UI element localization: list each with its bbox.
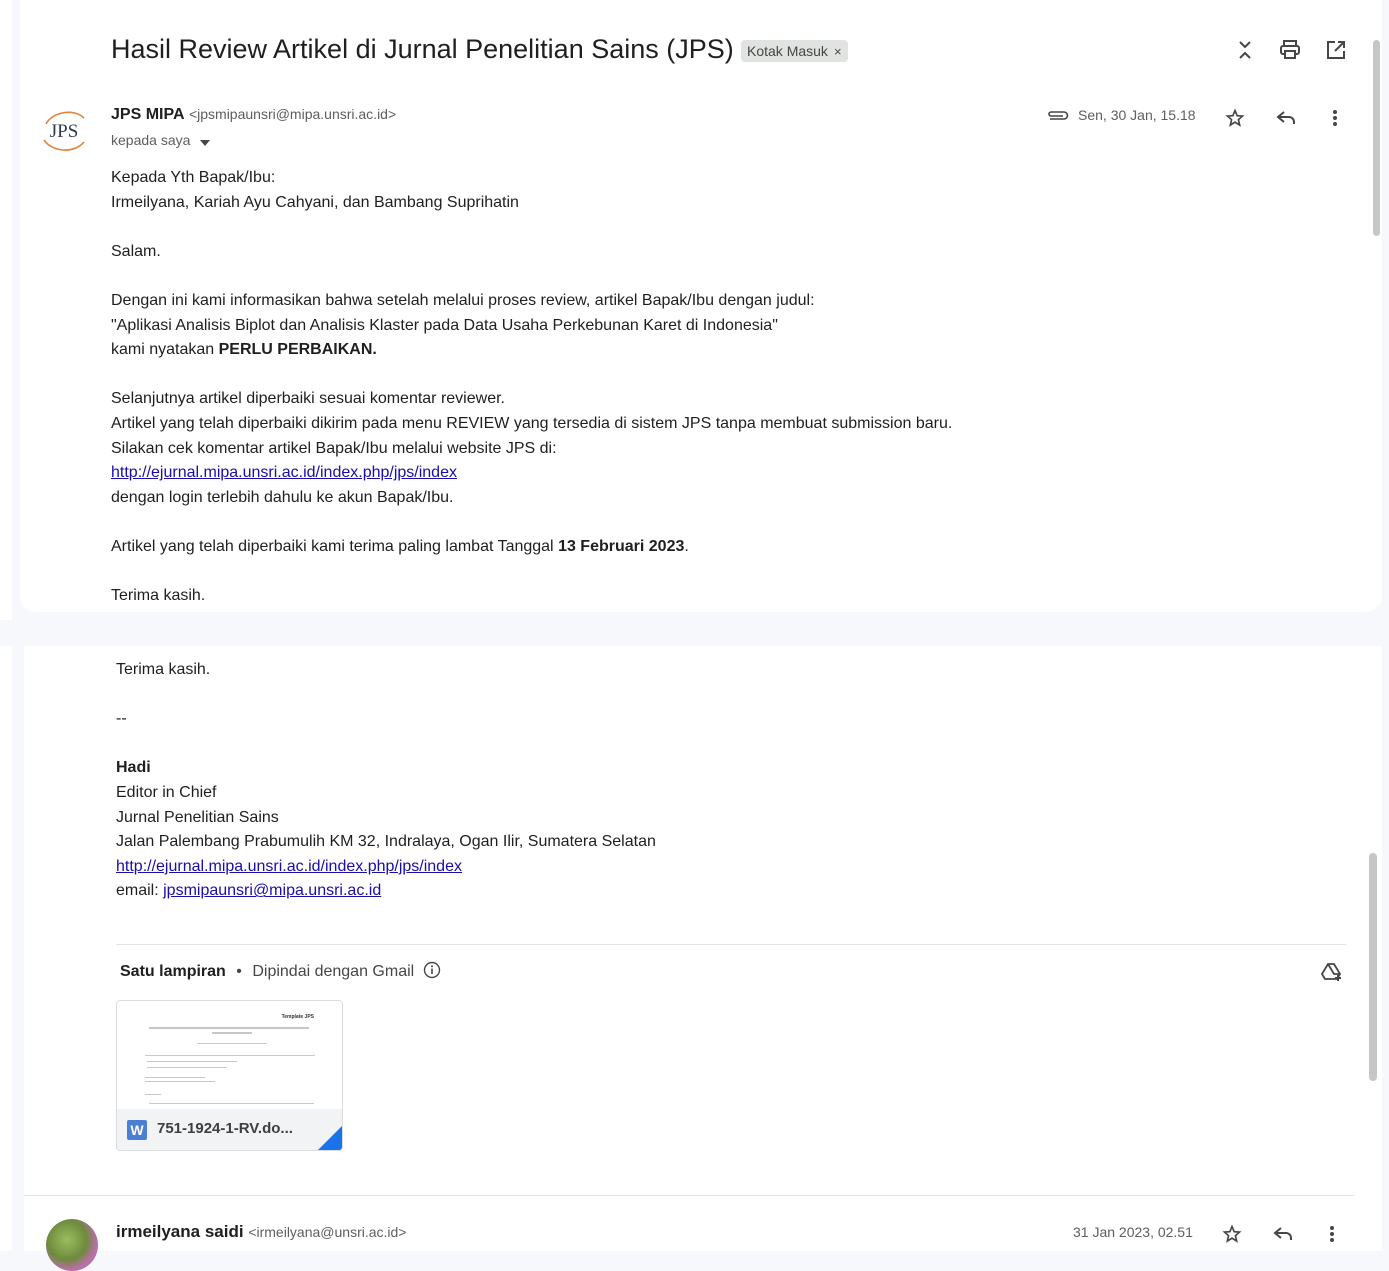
signature-email-label: email: bbox=[116, 882, 164, 900]
p2-line2: Artikel yang telah diperbaiki dikirim pa… bbox=[111, 414, 953, 432]
signature-website-link[interactable]: http://ejurnal.mipa.unsri.ac.id/index.ph… bbox=[116, 858, 462, 875]
article-title: "Aplikasi Analisis Biplot dan Analisis K… bbox=[111, 316, 778, 334]
message-date: Sen, 30 Jan, 15.18 bbox=[1078, 107, 1196, 123]
more-vert-icon[interactable] bbox=[1323, 106, 1347, 130]
reply-sender-email: <irmeilyana@unsri.ac.id> bbox=[248, 1224, 407, 1240]
sender-line: JPS MIPA <jpsmipaunsri@mipa.unsri.ac.id> bbox=[111, 106, 396, 124]
attachment-preview: Template JPS bbox=[117, 1001, 342, 1109]
sender-email: <jpsmipaunsri@mipa.unsri.ac.id> bbox=[188, 106, 397, 122]
thread-divider bbox=[24, 1195, 1354, 1196]
deadline-prefix: Artikel yang telah diperbaiki kami terim… bbox=[111, 537, 559, 555]
open-in-new-window-icon[interactable] bbox=[1324, 38, 1348, 62]
message-body-top: Kepada Yth Bapak/Ibu: Irmeilyana, Kariah… bbox=[111, 166, 1111, 609]
print-icon[interactable] bbox=[1278, 38, 1302, 62]
add-to-drive-icon[interactable] bbox=[1320, 960, 1344, 984]
deadline-date: 13 Februari 2023 bbox=[558, 537, 685, 555]
signature-email-line: email: jpsmipaunsri@mipa.unsri.ac.id bbox=[116, 879, 1016, 904]
jps-website-link[interactable]: http://ejurnal.mipa.unsri.ac.id/index.ph… bbox=[111, 464, 457, 481]
chevron-down-icon[interactable] bbox=[200, 133, 211, 149]
reply-more-vert-icon[interactable] bbox=[1320, 1222, 1344, 1246]
signature-address: Jalan Palembang Prabumulih KM 32, Indral… bbox=[116, 833, 656, 851]
signature-org: Jurnal Penelitian Sains bbox=[116, 808, 279, 826]
reply-reply-icon[interactable] bbox=[1271, 1222, 1295, 1246]
scrollbar-thumb-bottom[interactable] bbox=[1369, 853, 1377, 1081]
signature-role: Editor in Chief bbox=[116, 783, 217, 801]
corner-fold bbox=[294, 1126, 342, 1150]
greeting: Kepada Yth Bapak/Ibu: bbox=[111, 169, 276, 186]
deadline-line: Artikel yang telah diperbaiki kami terim… bbox=[111, 535, 1111, 560]
deadline-suffix: . bbox=[684, 537, 689, 555]
message-body-bottom: Terima kasih. -- Hadi Editor in Chief Ju… bbox=[116, 658, 1016, 904]
recipient-text: kepada saya bbox=[111, 132, 191, 148]
scan-label: Dipindai dengan Gmail bbox=[252, 963, 415, 980]
thumb-header: Template JPS bbox=[281, 1014, 314, 1020]
star-icon[interactable] bbox=[1223, 106, 1247, 130]
label-remove-icon[interactable]: × bbox=[834, 44, 842, 59]
salam: Salam. bbox=[111, 242, 161, 260]
reply-sender-name[interactable]: irmeilyana saidi bbox=[116, 1222, 244, 1241]
signature-separator: -- bbox=[116, 710, 127, 728]
email-subject: Hasil Review Artikel di Jurnal Penelitia… bbox=[111, 34, 734, 64]
signature-email-link[interactable]: jpsmipaunsri@mipa.unsri.ac.id bbox=[163, 882, 381, 899]
label-chip-text: Kotak Masuk bbox=[747, 43, 828, 59]
thanks-bottom: Terima kasih. bbox=[116, 661, 211, 678]
collapse-all-icon[interactable] bbox=[1233, 38, 1257, 62]
attachments-divider bbox=[116, 944, 1346, 945]
sender-name[interactable]: JPS MIPA bbox=[111, 106, 185, 123]
reply-date: 31 Jan 2023, 02.51 bbox=[1073, 1224, 1193, 1240]
info-icon[interactable] bbox=[423, 961, 441, 984]
p2-line1: Selanjutnya artikel diperbaiki sesuai ko… bbox=[111, 390, 505, 408]
paperclip-icon bbox=[1046, 106, 1070, 126]
signature-name: Hadi bbox=[116, 759, 151, 777]
bullet-separator: • bbox=[236, 963, 242, 980]
scrollbar-thumb-top[interactable] bbox=[1373, 40, 1380, 236]
label-chip-inbox[interactable]: Kotak Masuk × bbox=[741, 40, 848, 62]
p2-line5: dengan login terlebih dahulu ke akun Bap… bbox=[111, 488, 454, 506]
word-file-icon: W bbox=[127, 1120, 147, 1140]
decision-line: kami nyatakan PERLU PERBAIKAN. bbox=[111, 338, 1111, 363]
attachment-footer: W 751-1924-1-RV.do... bbox=[117, 1109, 342, 1150]
thanks-top: Terima kasih. bbox=[111, 587, 206, 605]
reply-icon[interactable] bbox=[1274, 106, 1298, 130]
recipient-details[interactable]: kepada saya bbox=[111, 132, 211, 149]
attachments-count: Satu lampiran bbox=[120, 963, 226, 980]
attachment-card[interactable]: Template JPS W 751-1924-1-RV.do... bbox=[116, 1000, 343, 1151]
attachment-filename: 751-1924-1-RV.do... bbox=[157, 1120, 293, 1137]
p2-line3: Silakan cek komentar artikel Bapak/Ibu m… bbox=[111, 439, 557, 457]
recipients: Irmeilyana, Kariah Ayu Cahyani, dan Bamb… bbox=[111, 193, 519, 211]
sender-avatar[interactable]: JPS bbox=[38, 104, 90, 156]
left-edge bbox=[0, 0, 12, 620]
p1-line1: Dengan ini kami informasikan bahwa setel… bbox=[111, 291, 815, 309]
attachments-header: Satu lampiran • Dipindai dengan Gmail bbox=[120, 961, 441, 984]
reply-sender-line[interactable]: irmeilyana saidi <irmeilyana@unsri.ac.id… bbox=[116, 1222, 406, 1242]
left-edge-lower bbox=[0, 646, 12, 1251]
decision-status: PERLU PERBAIKAN. bbox=[218, 341, 377, 359]
decision-prefix: kami nyatakan bbox=[111, 341, 219, 359]
reply-sender-avatar[interactable] bbox=[46, 1219, 98, 1271]
reply-star-icon[interactable] bbox=[1220, 1222, 1244, 1246]
avatar-text: JPS bbox=[50, 121, 79, 142]
